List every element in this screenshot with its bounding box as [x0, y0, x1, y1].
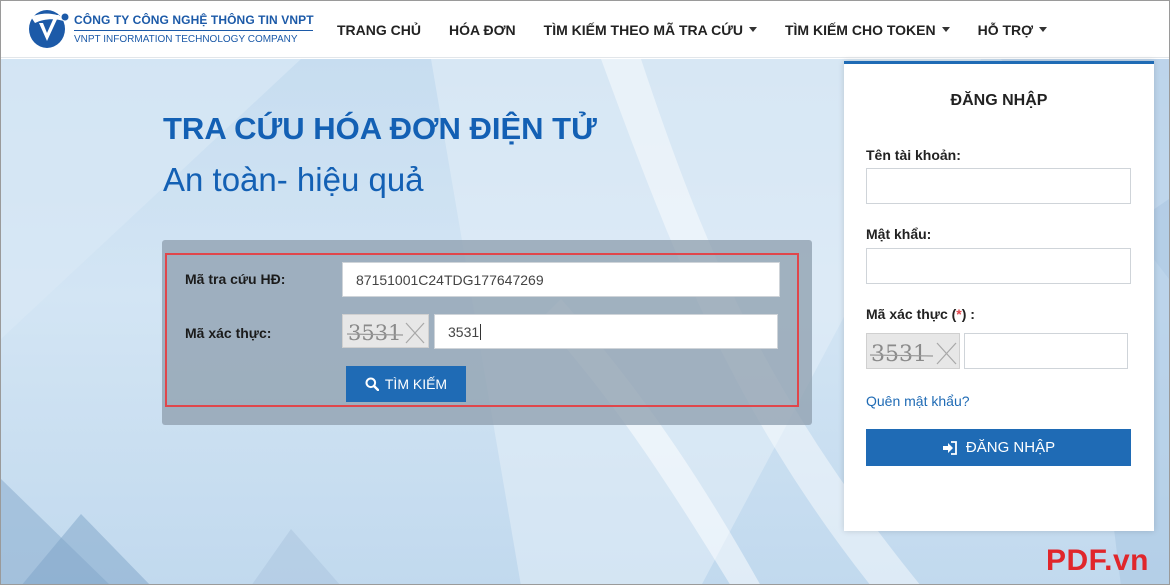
captcha-text: 3531	[348, 321, 401, 345]
main-nav: TRANG CHỦ HÓA ĐƠN TÌM KIẾM THEO MÃ TRA C…	[323, 1, 1061, 58]
top-navbar: CÔNG TY CÔNG NGHỆ THÔNG TIN VNPT VNPT IN…	[1, 1, 1169, 58]
nav-item-home[interactable]: TRANG CHỦ	[323, 22, 435, 38]
captcha-image[interactable]: 3531	[342, 314, 429, 348]
search-highlight-box: Mã tra cứu HĐ: 87151001C24TDG177647269 M…	[165, 253, 799, 407]
nav-item-support[interactable]: HỖ TRỢ	[964, 22, 1062, 38]
invoice-code-label: Mã tra cứu HĐ:	[185, 271, 286, 287]
login-captcha-text: 3531	[871, 342, 927, 367]
login-captcha-label-end: ) :	[961, 306, 975, 322]
captcha-label: Mã xác thực:	[185, 325, 272, 341]
login-panel: ĐĂNG NHẬP Tên tài khoản: Mật khẩu: Mã xá…	[844, 61, 1154, 531]
watermark: PDF.vn	[1045, 544, 1149, 577]
username-input[interactable]	[866, 168, 1131, 204]
username-label: Tên tài khoản:	[866, 147, 961, 163]
nav-label: TRANG CHỦ	[337, 21, 421, 38]
search-icon	[365, 377, 379, 391]
login-captcha-label-text: Mã xác thực (	[866, 306, 957, 322]
captcha-input[interactable]: 3531	[434, 314, 778, 349]
hero-title: TRA CỨU HÓA ĐƠN ĐIỆN TỬ	[163, 111, 597, 146]
company-name-vn: CÔNG TY CÔNG NGHỆ THÔNG TIN VNPT	[74, 13, 314, 27]
password-input[interactable]	[866, 248, 1131, 284]
nav-item-search-token[interactable]: TÌM KIẾM CHO TOKEN	[771, 22, 964, 38]
search-button[interactable]: TÌM KIẾM	[346, 366, 466, 402]
company-name-en: VNPT INFORMATION TECHNOLOGY COMPANY	[74, 34, 298, 45]
password-label: Mật khẩu:	[866, 226, 932, 242]
browser-frame: CÔNG TY CÔNG NGHỆ THÔNG TIN VNPT VNPT IN…	[0, 0, 1170, 585]
caret-down-icon	[748, 27, 757, 32]
invoice-code-value: 87151001C24TDG177647269	[356, 271, 544, 288]
nav-label: HỖ TRỢ	[977, 21, 1034, 38]
caret-down-icon	[1039, 27, 1048, 32]
search-button-label: TÌM KIẾM	[384, 376, 448, 392]
caret-down-icon	[941, 27, 950, 32]
login-captcha-image[interactable]: 3531	[866, 333, 960, 369]
nav-label: TÌM KIẾM THEO MÃ TRA CỨU	[543, 21, 743, 38]
invoice-code-input[interactable]: 87151001C24TDG177647269	[342, 262, 780, 297]
captcha-noise: 3531	[346, 321, 425, 345]
login-button-label: ĐĂNG NHẬP	[965, 439, 1056, 456]
login-captcha-input[interactable]	[964, 333, 1128, 369]
invoice-search-panel: Mã tra cứu HĐ: 87151001C24TDG177647269 M…	[162, 240, 812, 425]
nav-label: TÌM KIẾM CHO TOKEN	[784, 21, 936, 38]
nav-item-invoice[interactable]: HÓA ĐƠN	[435, 22, 530, 38]
company-name-divider	[74, 30, 313, 31]
vnpt-logo-icon[interactable]	[25, 7, 71, 51]
hero-subtitle: An toàn- hiệu quả	[163, 161, 424, 198]
nav-item-search-by-code[interactable]: TÌM KIẾM THEO MÃ TRA CỨU	[530, 22, 771, 38]
forgot-password-link[interactable]: Quên mật khẩu?	[866, 393, 970, 409]
login-captcha-label: Mã xác thực (*) :	[866, 306, 975, 322]
nav-label: HÓA ĐƠN	[449, 21, 516, 38]
login-button[interactable]: ĐĂNG NHẬP	[866, 429, 1131, 466]
text-cursor	[480, 323, 482, 340]
login-title: ĐĂNG NHẬP	[950, 92, 1048, 109]
captcha-input-value: 3531	[448, 323, 480, 340]
sign-in-icon	[942, 440, 957, 455]
login-captcha-noise: 3531	[869, 342, 957, 367]
